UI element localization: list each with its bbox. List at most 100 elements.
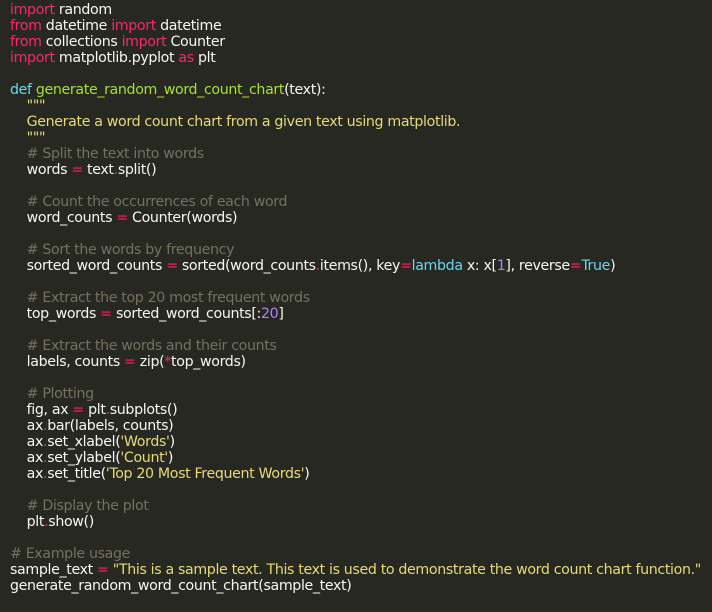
code-token: subplots() xyxy=(109,402,178,418)
code-line[interactable]: ​ xyxy=(10,370,712,386)
operator-token: = xyxy=(72,402,84,418)
code-line[interactable]: ax.set_ylabel('Count') xyxy=(10,450,712,466)
comment-token: # Split the text into words xyxy=(10,146,205,162)
keyword-token: import xyxy=(10,50,55,66)
comment-token: # Extract the words and their counts xyxy=(10,338,277,354)
code-editor[interactable]: import random from datetime import dateti… xyxy=(10,2,712,594)
code-token: text xyxy=(82,162,114,178)
code-token: words xyxy=(10,162,72,178)
code-line[interactable]: ax.bar(labels, counts) xyxy=(10,418,712,434)
code-token: ax xyxy=(10,450,44,466)
keyword-token: import xyxy=(121,34,167,50)
code-line[interactable]: # Extract the top 20 most frequent words xyxy=(10,290,712,306)
code-line[interactable]: ​ xyxy=(10,322,712,338)
code-token: generate_random_word_count_chart(sample_… xyxy=(10,578,352,594)
code-line[interactable]: from datetime import datetime xyxy=(10,18,712,34)
code-token: zip( xyxy=(135,354,165,370)
code-token: set_title( xyxy=(47,466,106,482)
code-token: datetime xyxy=(155,18,222,34)
code-line[interactable]: ​ xyxy=(10,482,712,498)
function-name-token: generate_random_word_count_chart xyxy=(35,82,285,98)
code-line[interactable]: """ xyxy=(10,130,712,146)
operator-token: = xyxy=(100,306,112,322)
code-token: datetime xyxy=(41,18,112,34)
code-token: ) xyxy=(167,450,174,466)
code-line[interactable]: import random xyxy=(10,2,712,18)
code-line[interactable]: ​ xyxy=(10,226,712,242)
code-line[interactable]: words = text.split() xyxy=(10,162,712,178)
string-token: 'Count' xyxy=(120,450,168,466)
code-line[interactable]: from collections import Counter xyxy=(10,34,712,50)
string-token: 'Words' xyxy=(120,434,170,450)
code-line[interactable]: ​ xyxy=(10,66,712,82)
code-token: split() xyxy=(117,162,157,178)
number-token: 20 xyxy=(260,306,279,322)
code-line[interactable]: fig, ax = plt.subplots() xyxy=(10,402,712,418)
string-token: 'Top 20 Most Frequent Words' xyxy=(105,466,305,482)
code-token: top_words xyxy=(10,306,101,322)
comment-token: # Plotting xyxy=(10,386,95,402)
operator-token: = xyxy=(569,258,582,274)
code-line[interactable]: # Count the occurrences of each word xyxy=(10,194,712,210)
comment-token: # Example usage xyxy=(10,546,131,562)
code-token: ax xyxy=(10,434,44,450)
code-token: ) xyxy=(610,258,616,274)
code-token: plt xyxy=(10,514,45,530)
code-line[interactable]: sample_text = "This is a sample text. Th… xyxy=(10,562,712,578)
code-token: fig, ax xyxy=(10,402,73,418)
code-line[interactable]: plt.show() xyxy=(10,514,712,530)
comment-token: # Count the occurrences of each word xyxy=(10,194,288,210)
operator-token: = xyxy=(124,354,136,370)
code-line[interactable]: # Example usage xyxy=(10,546,712,562)
code-line[interactable]: ax.set_title('Top 20 Most Frequent Words… xyxy=(10,466,712,482)
code-line[interactable]: labels, counts = zip(*top_words) xyxy=(10,354,712,370)
code-line[interactable]: ​ xyxy=(10,274,712,290)
code-line[interactable]: # Display the plot xyxy=(10,498,712,514)
code-token: ) xyxy=(169,434,176,450)
comment-token: # Extract the top 20 most frequent words xyxy=(10,290,310,306)
code-line[interactable]: sorted_word_counts = sorted(word_counts.… xyxy=(10,258,712,274)
code-token: sorted_word_counts xyxy=(10,258,167,274)
code-token: Counter(words) xyxy=(127,210,238,226)
builtin-token: True xyxy=(581,258,611,274)
code-line[interactable]: # Sort the words by frequency xyxy=(10,242,712,258)
code-token: bar(labels, counts) xyxy=(47,418,174,434)
code-line[interactable]: top_words = sorted_word_counts[:20] xyxy=(10,306,712,322)
keyword-token: from xyxy=(10,18,42,34)
code-token: collections xyxy=(41,34,122,50)
code-token: sorted_word_counts[: xyxy=(111,306,261,322)
code-token: plt xyxy=(193,50,216,66)
code-line[interactable]: import matplotlib.pyplot as plt xyxy=(10,50,712,66)
keyword-token: import xyxy=(111,18,156,34)
code-line[interactable]: ax.set_xlabel('Words') xyxy=(10,434,712,450)
code-line[interactable]: """ xyxy=(10,98,712,114)
code-line[interactable]: word_counts = Counter(words) xyxy=(10,210,712,226)
builtin-token: def xyxy=(10,82,32,98)
code-token: plt xyxy=(83,402,106,418)
comment-token: # Display the plot xyxy=(10,498,149,514)
operator-token: = xyxy=(166,258,178,274)
code-token: sorted(word_counts xyxy=(177,258,316,274)
code-line[interactable]: ​ xyxy=(10,178,712,194)
operator-token: = xyxy=(97,562,109,578)
code-line[interactable]: # Split the text into words xyxy=(10,146,712,162)
code-line[interactable]: def generate_random_word_count_chart(tex… xyxy=(10,82,712,98)
code-line[interactable]: Generate a word count chart from a given… xyxy=(10,114,712,130)
code-token: items(), key xyxy=(319,258,401,274)
code-token: ax xyxy=(10,418,44,434)
code-token: set_ylabel( xyxy=(47,450,121,466)
code-token: sample_text xyxy=(10,562,97,578)
code-token: ] xyxy=(278,306,284,322)
code-token: matplotlib.pyplot xyxy=(54,50,179,66)
keyword-token: from xyxy=(10,34,42,50)
string-token: """ xyxy=(10,130,46,146)
code-line[interactable]: # Extract the words and their counts xyxy=(10,338,712,354)
code-line[interactable]: # Plotting xyxy=(10,386,712,402)
code-token: set_xlabel( xyxy=(47,434,121,450)
code-token: ], reverse xyxy=(505,258,570,274)
comment-token: # Sort the words by frequency xyxy=(10,242,235,258)
code-line[interactable]: generate_random_word_count_chart(sample_… xyxy=(10,578,712,594)
code-token: ax xyxy=(10,466,44,482)
code-token: (text): xyxy=(284,82,326,98)
code-line[interactable]: ​ xyxy=(10,530,712,546)
